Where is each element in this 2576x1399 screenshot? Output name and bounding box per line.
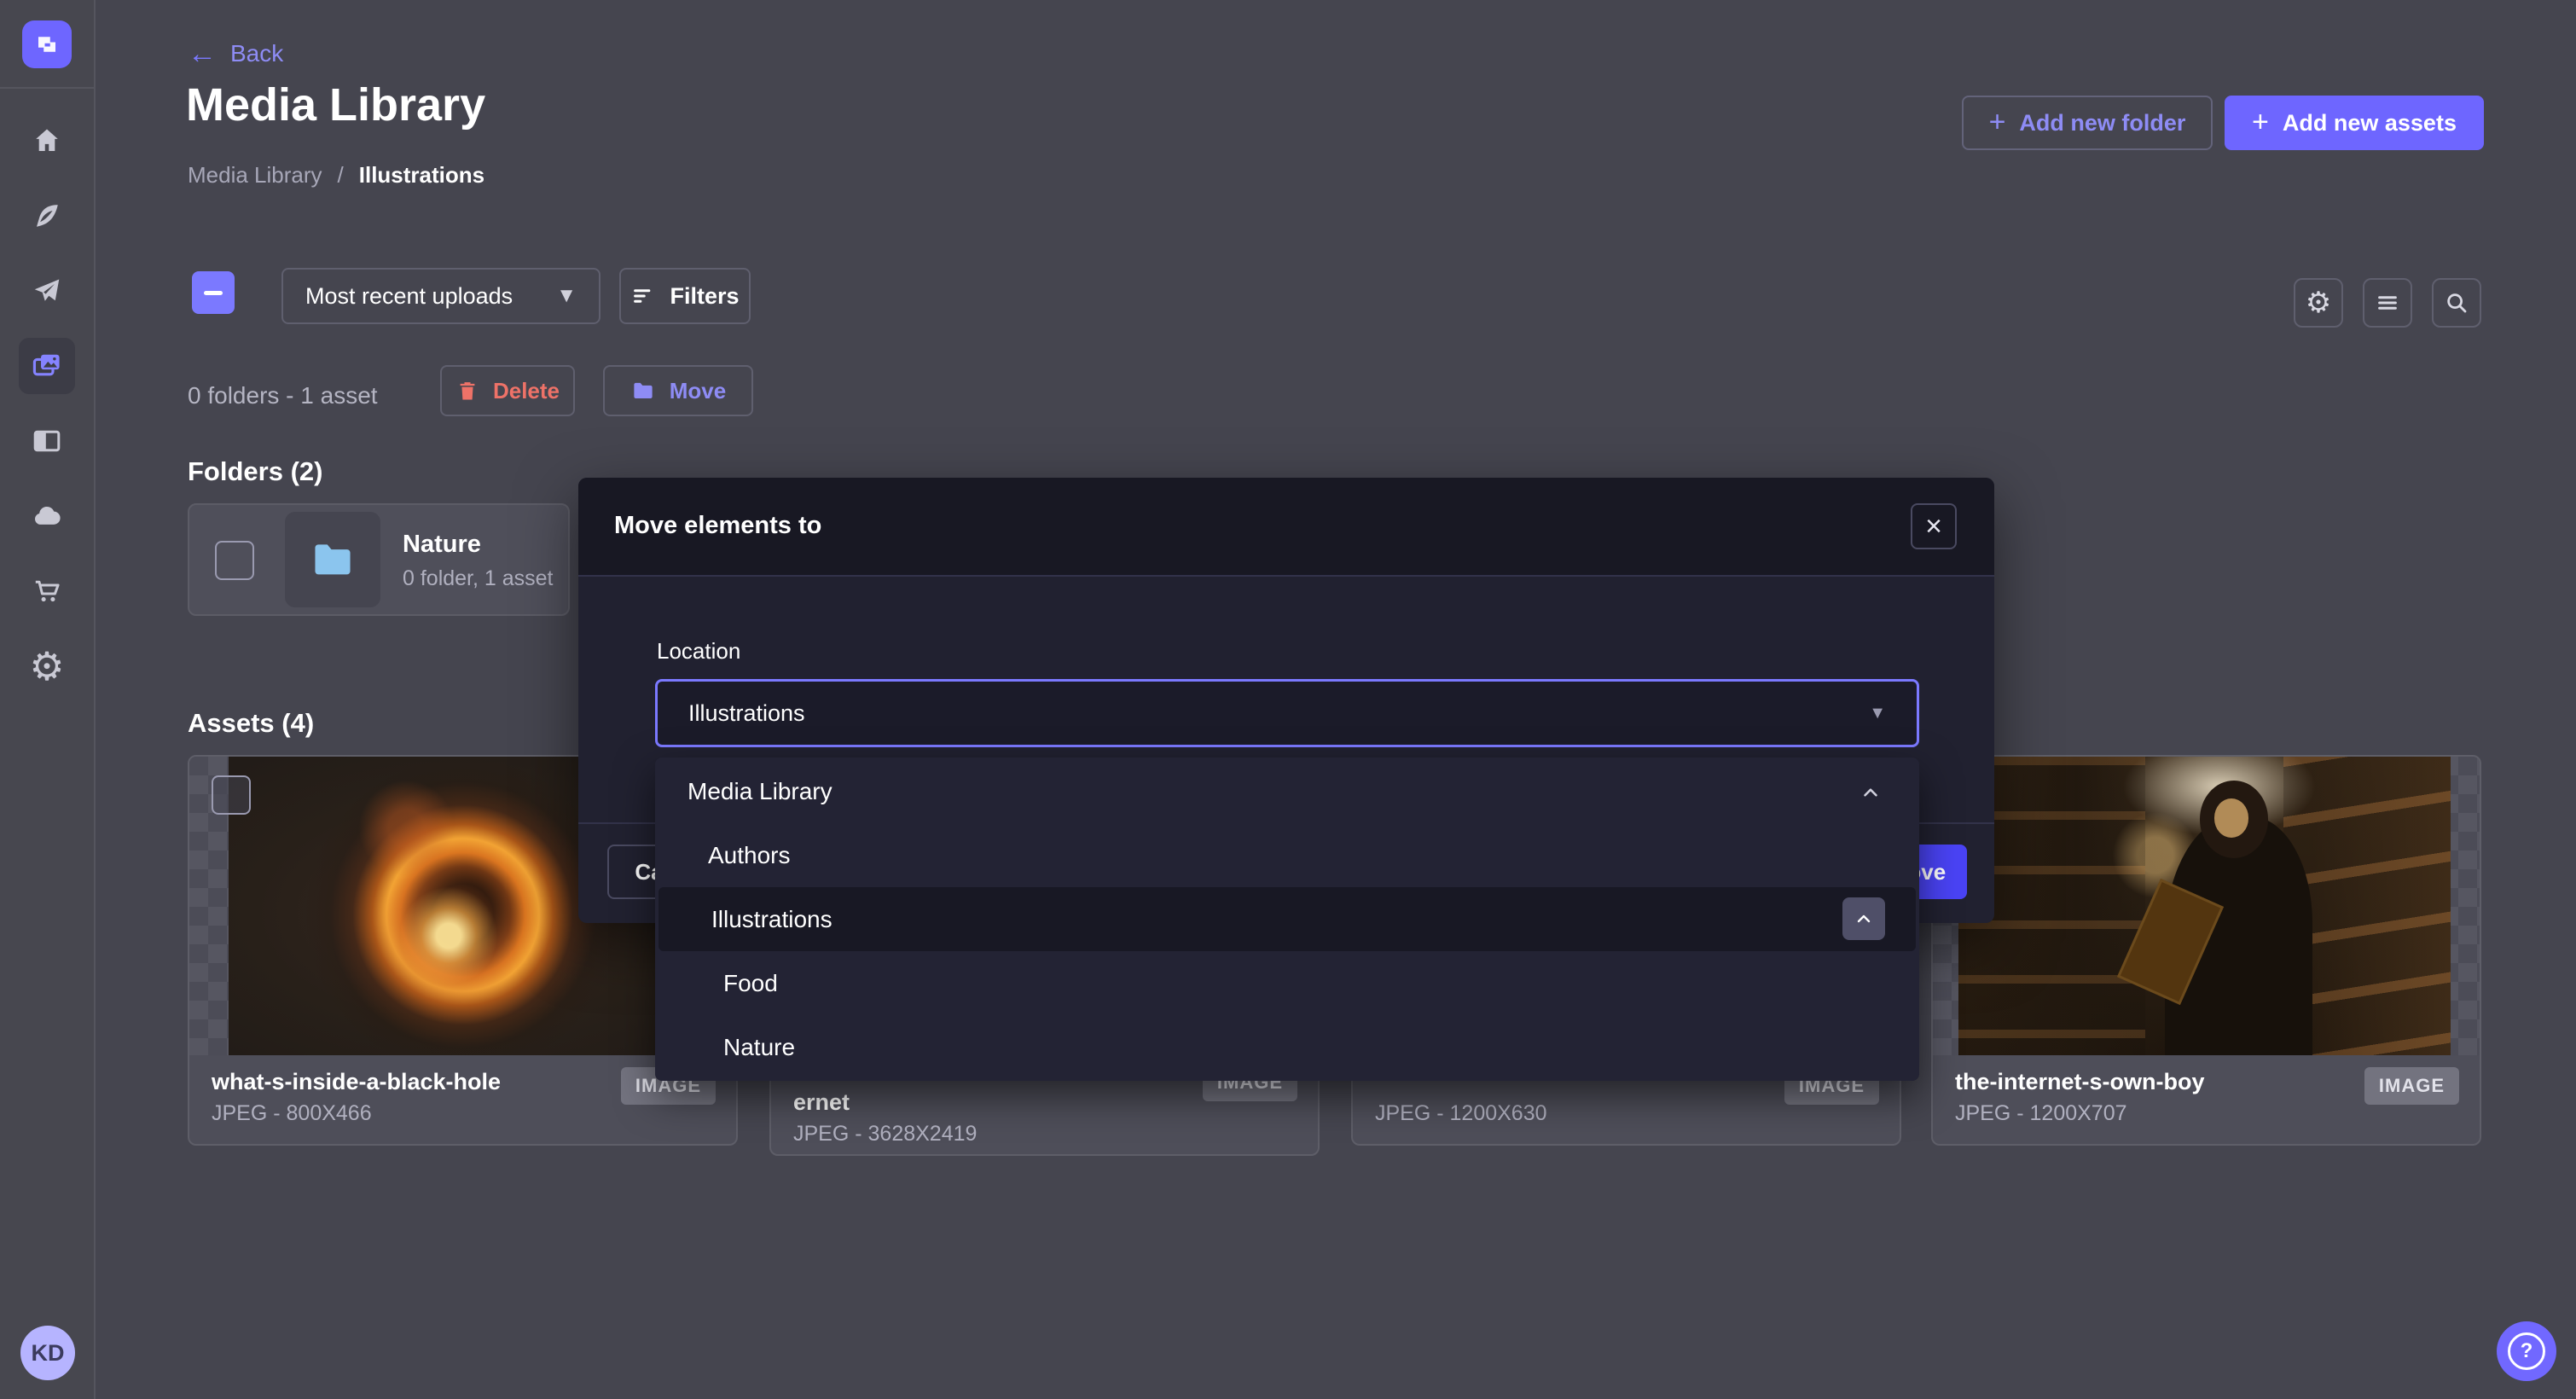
breadcrumb-current: Illustrations: [359, 162, 484, 189]
folder-name: Nature: [403, 531, 481, 559]
pictures-icon[interactable]: [19, 338, 75, 394]
dropdown-item-food[interactable]: Food: [655, 951, 1919, 1015]
chevron-down-icon: ▼: [1869, 704, 1886, 723]
chevron-down-icon: ▼: [556, 284, 577, 308]
collapse-children-button[interactable]: [1842, 897, 1885, 940]
back-link[interactable]: ← Back: [188, 39, 283, 68]
modal-header: Move elements to ×: [578, 478, 1994, 577]
layout-icon[interactable]: [19, 413, 75, 469]
feather-icon[interactable]: [19, 188, 75, 244]
cart-icon[interactable]: [19, 563, 75, 619]
add-new-assets-button[interactable]: + Add new assets: [2225, 96, 2484, 150]
chevron-up-icon[interactable]: [1859, 781, 1882, 804]
modal-title: Move elements to: [614, 512, 821, 540]
assets-heading: Assets (4): [188, 708, 314, 739]
add-new-folder-button[interactable]: + Add new folder: [1962, 96, 2213, 150]
delete-button[interactable]: Delete: [440, 365, 575, 416]
breadcrumb-root[interactable]: Media Library: [188, 162, 322, 189]
strapi-logo-icon[interactable]: [22, 20, 72, 68]
home-icon[interactable]: [19, 113, 75, 169]
trash-icon: [455, 379, 479, 403]
dropdown-item-label: Authors: [708, 842, 791, 869]
breadcrumb: Media Library / Illustrations: [188, 162, 484, 189]
gear-icon[interactable]: ⚙: [19, 638, 75, 694]
plus-icon: +: [2252, 107, 2269, 136]
library-photo: [1958, 757, 2451, 1055]
gear-icon: ⚙: [2306, 288, 2331, 317]
delete-label: Delete: [493, 378, 560, 404]
location-dropdown: Media Library Authors Illustrations Food…: [655, 758, 1919, 1081]
location-label: Location: [657, 638, 740, 665]
asset-type-badge: IMAGE: [2364, 1067, 2459, 1105]
move-button[interactable]: Move: [603, 365, 753, 416]
folder-card-nature[interactable]: Nature 0 folder, 1 asset: [188, 503, 570, 616]
back-label: Back: [230, 40, 283, 67]
folder-meta: 0 folder, 1 asset: [403, 566, 554, 591]
add-new-assets-label: Add new assets: [2283, 110, 2457, 136]
asset-name: ernet: [793, 1089, 850, 1116]
folders-heading: Folders (2): [188, 456, 322, 487]
search-button[interactable]: [2432, 278, 2481, 328]
media-library-page: ⚙ KD ← Back Media Library Media Library …: [0, 0, 2576, 1399]
select-all-checkbox[interactable]: [192, 271, 235, 314]
asset-meta: JPEG - 1200X707: [1955, 1101, 2127, 1126]
asset-checkbox[interactable]: [212, 775, 251, 815]
help-button[interactable]: ?: [2497, 1321, 2556, 1381]
asset-meta: JPEG - 3628X2419: [793, 1122, 977, 1146]
selection-summary: 0 folders - 1 asset: [188, 375, 378, 416]
filter-icon: [630, 283, 656, 309]
cloud-icon[interactable]: [19, 488, 75, 544]
settings-view-button[interactable]: ⚙: [2294, 278, 2343, 328]
filters-button[interactable]: Filters: [619, 268, 751, 324]
asset-meta: JPEG - 800X466: [212, 1101, 372, 1126]
avatar[interactable]: KD: [20, 1326, 75, 1380]
breadcrumb-separator: /: [338, 162, 344, 189]
location-select[interactable]: Illustrations ▼: [655, 679, 1919, 747]
sort-select[interactable]: Most recent uploads ▼: [281, 268, 600, 324]
dropdown-item-label: Media Library: [688, 778, 833, 805]
arrow-left-icon: ←: [188, 39, 217, 68]
person-face: [2214, 798, 2248, 838]
list-view-button[interactable]: [2363, 278, 2412, 328]
question-mark-icon: ?: [2508, 1332, 2545, 1370]
dropdown-item-media-library[interactable]: Media Library: [655, 759, 1919, 823]
dropdown-item-illustrations[interactable]: Illustrations: [659, 887, 1916, 951]
filters-label: Filters: [670, 283, 739, 310]
dropdown-item-label: Nature: [723, 1034, 795, 1061]
sort-value: Most recent uploads: [305, 283, 536, 310]
dropdown-item-label: Food: [723, 970, 778, 997]
indeterminate-mark: [204, 291, 223, 295]
paper-plane-icon[interactable]: [19, 263, 75, 319]
dropdown-item-label: Illustrations: [711, 906, 833, 933]
dropdown-item-authors[interactable]: Authors: [655, 823, 1919, 887]
location-value: Illustrations: [688, 700, 1869, 727]
move-label: Move: [670, 378, 726, 404]
add-new-folder-label: Add new folder: [2019, 110, 2185, 136]
dropdown-item-nature[interactable]: Nature: [655, 1015, 1919, 1079]
asset-name: what-s-inside-a-black-hole: [212, 1069, 501, 1095]
list-icon: [2375, 290, 2400, 316]
asset-preview: [1933, 757, 2480, 1055]
asset-meta: JPEG - 1200X630: [1375, 1101, 1547, 1126]
sidebar-divider: [0, 87, 94, 89]
search-icon: [2444, 290, 2469, 316]
asset-name: the-internet-s-own-boy: [1955, 1069, 2204, 1095]
chevron-up-icon: [1854, 908, 1874, 929]
sidebar: ⚙ KD: [0, 0, 96, 1399]
folder-checkbox[interactable]: [215, 541, 254, 580]
folder-icon: [308, 535, 357, 584]
close-icon[interactable]: ×: [1911, 503, 1957, 549]
plus-icon: +: [1989, 107, 2006, 136]
page-title: Media Library: [186, 78, 485, 131]
sidebar-nav: ⚙: [0, 113, 94, 694]
asset-card[interactable]: the-internet-s-own-boy JPEG - 1200X707 I…: [1931, 755, 2481, 1146]
folder-tile: [285, 512, 380, 607]
folder-icon: [630, 378, 656, 403]
